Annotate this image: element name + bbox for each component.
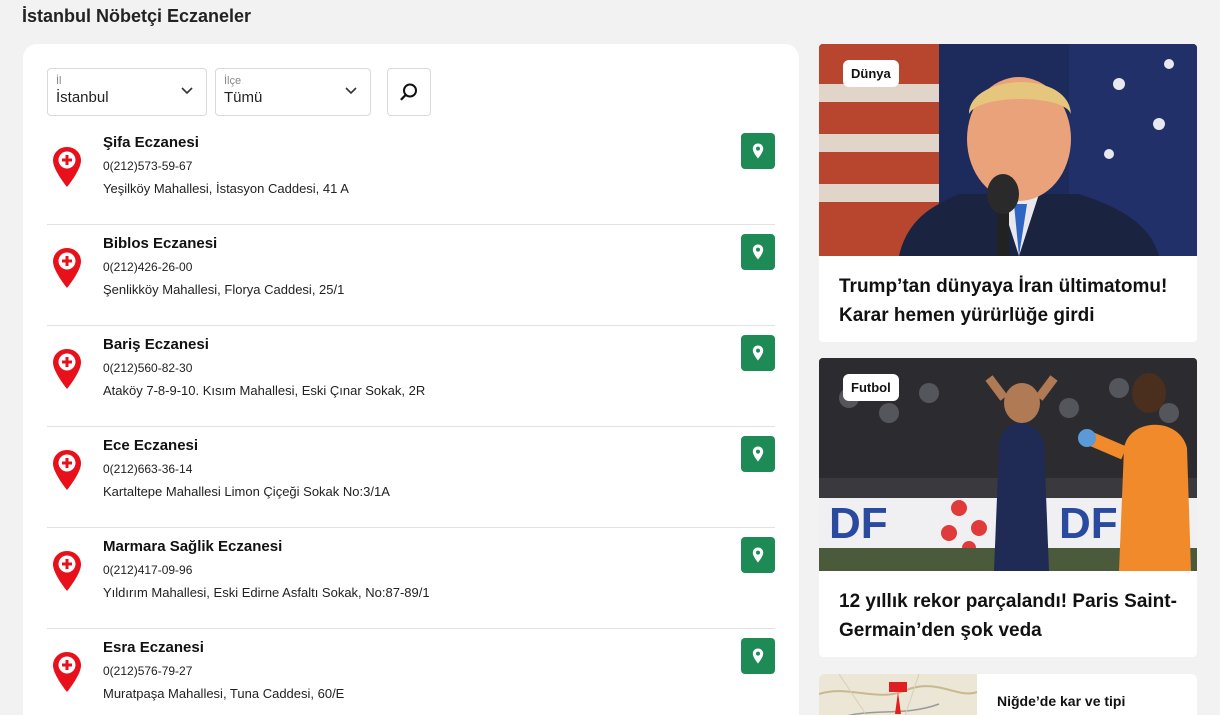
search-icon [400,83,417,101]
pharmacy-phone: 0(212)576-79-27 [103,664,193,678]
pharmacy-phone: 0(212)417-09-96 [103,563,193,577]
location-pin-icon [752,648,764,664]
pharmacy-phone: 0(212)560-82-30 [103,361,193,375]
pharmacy-address: Kartaltepe Mahallesi Limon Çiçeği Sokak … [103,484,390,499]
pharmacy-pin-icon [53,551,81,591]
location-pin-icon [752,345,764,361]
news-title[interactable]: Niğde’de kar ve tipi [997,690,1187,712]
pharmacy-address: Yeşilköy Mahallesi, İstasyon Caddesi, 41… [103,181,349,196]
pharmacy-row: Biblos Eczanesi 0(212)426-26-00 Şenlikkö… [47,225,775,326]
location-pin-icon [752,547,764,563]
ilce-select-value: Tümü [224,89,263,106]
pharmacy-name: Esra Eczanesi [103,639,204,656]
news-map-thumbnail [819,674,977,715]
pharmacy-address: Şenlikköy Mahallesi, Florya Caddesi, 25/… [103,282,345,297]
location-pin-icon [752,446,764,462]
ilce-select[interactable]: İlçe Tümü [215,68,371,116]
ilce-select-label: İlçe [224,75,242,87]
news-image: Dünya [819,44,1197,256]
pharmacy-address: Yıldırım Mahallesi, Eski Edirne Asfaltı … [103,585,430,600]
news-image: DF DF Futbol [819,358,1197,571]
filters: İl İstanbul İlçe Tümü [47,68,431,116]
map-button[interactable] [741,638,775,674]
news-title[interactable]: Trump’tan dünyaya İran ültimatomu! Karar… [839,272,1184,330]
chevron-down-icon [181,87,193,95]
news-card[interactable]: Dünya Trump’tan dünyaya İran ültimatomu!… [819,44,1197,342]
map-button[interactable] [741,335,775,371]
svg-text:DF: DF [1059,499,1118,548]
il-select-value: İstanbul [56,89,109,106]
pharmacy-pin-icon [53,248,81,288]
map-button[interactable] [741,537,775,573]
news-card[interactable]: DF DF Futbol 12 yıllık rekor parçalandı!… [819,358,1197,657]
svg-text:DF: DF [829,499,888,548]
pharmacy-panel: İl İstanbul İlçe Tümü Şifa Eczanesi 0(21… [23,44,799,715]
location-pin-icon [752,244,764,260]
pharmacy-pin-icon [53,652,81,692]
map-button[interactable] [741,436,775,472]
pharmacy-row: Bariş Eczanesi 0(212)560-82-30 Ataköy 7-… [47,326,775,427]
news-category-badge: Dünya [843,60,899,87]
pharmacy-phone: 0(212)426-26-00 [103,260,193,274]
pharmacy-name: Bariş Eczanesi [103,336,209,353]
pharmacy-phone: 0(212)573-59-67 [103,159,193,173]
chevron-down-icon [345,87,357,95]
pharmacy-name: Şifa Eczanesi [103,134,199,151]
location-pin-icon [752,143,764,159]
pharmacy-name: Ece Eczanesi [103,437,199,454]
pharmacy-list: Şifa Eczanesi 0(212)573-59-67 Yeşilköy M… [47,124,775,715]
pharmacy-address: Muratpaşa Mahallesi, Tuna Caddesi, 60/E [103,686,345,701]
pharmacy-row: Şifa Eczanesi 0(212)573-59-67 Yeşilköy M… [47,124,775,225]
il-select-label: İl [56,75,62,87]
pharmacy-name: Marmara Sağlik Eczanesi [103,538,283,555]
news-title[interactable]: 12 yıllık rekor parçalandı! Paris Saint-… [839,587,1184,645]
news-card-small[interactable]: Niğde’de kar ve tipi [819,674,1197,715]
map-button[interactable] [741,133,775,169]
pharmacy-pin-icon [53,147,81,187]
pharmacy-row: Esra Eczanesi 0(212)576-79-27 Muratpaşa … [47,629,775,715]
news-category-badge: Futbol [843,374,899,401]
il-select[interactable]: İl İstanbul [47,68,207,116]
pharmacy-pin-icon [53,450,81,490]
pharmacy-row: Ece Eczanesi 0(212)663-36-14 Kartaltepe … [47,427,775,528]
pharmacy-name: Biblos Eczanesi [103,235,218,252]
pharmacy-phone: 0(212)663-36-14 [103,462,193,476]
pharmacy-address: Ataköy 7-8-9-10. Kısım Mahallesi, Eski Ç… [103,383,426,398]
search-button[interactable] [387,68,431,116]
pharmacy-pin-icon [53,349,81,389]
page-title: İstanbul Nöbetçi Eczaneler [22,6,252,26]
pharmacy-row: Marmara Sağlik Eczanesi 0(212)417-09-96 … [47,528,775,629]
map-button[interactable] [741,234,775,270]
